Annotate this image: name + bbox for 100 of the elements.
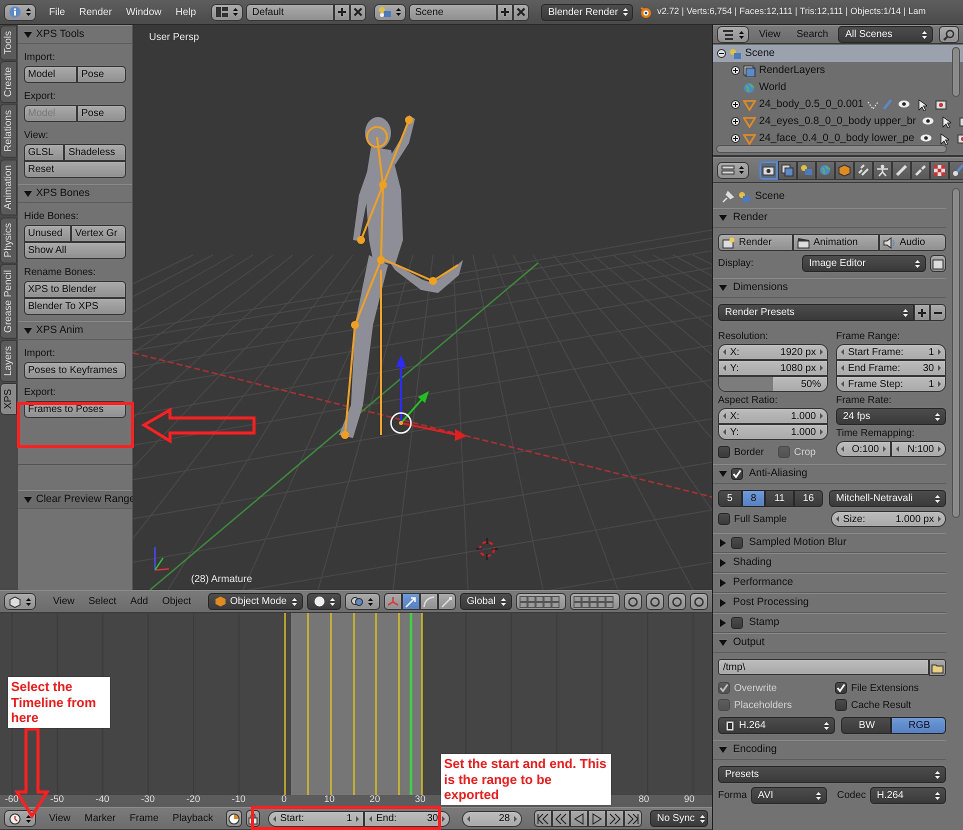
mode-dropdown[interactable]: Object Mode (208, 593, 303, 610)
tool-button[interactable]: Model (24, 66, 78, 83)
playback-button[interactable] (588, 810, 606, 827)
number-field[interactable]: Y: 1080 px (718, 360, 828, 376)
end-frame-field[interactable]: End: 30 (364, 810, 450, 826)
output-path-field[interactable]: /tmp\ (718, 659, 929, 675)
panel-header[interactable]: Anti-Aliasing (713, 464, 946, 484)
checkbox[interactable] (835, 699, 847, 711)
panel-tab[interactable]: Relations (0, 104, 17, 158)
render-action-button[interactable]: Animation (792, 234, 879, 251)
tool-button[interactable]: Blender To XPS (24, 298, 126, 315)
number-field[interactable]: O:100 (836, 441, 891, 457)
sample-button[interactable]: 5 (718, 490, 742, 507)
menu-item[interactable]: Marker (78, 810, 123, 826)
search-button[interactable] (939, 26, 959, 43)
menu-item[interactable]: Object (155, 594, 198, 610)
menu-item[interactable]: Add (123, 594, 156, 610)
sample-button[interactable]: 16 (794, 490, 824, 507)
checkbox[interactable] (835, 682, 847, 694)
sync-dropdown[interactable]: No Sync (650, 810, 708, 827)
presets-dropdown[interactable]: Render Presets (718, 304, 914, 321)
checkbox[interactable] (731, 617, 743, 629)
number-field[interactable]: X: 1.000 (718, 408, 828, 424)
close-button[interactable] (513, 4, 530, 20)
editor-type-button[interactable] (4, 593, 36, 610)
menu-item[interactable]: View (753, 26, 786, 42)
panel-header[interactable]: XPS Anim (18, 321, 132, 340)
add-button[interactable] (334, 4, 350, 20)
panel-header[interactable]: XPS Bones (18, 184, 132, 203)
screen-selector-button[interactable] (211, 4, 244, 20)
folder-button[interactable] (929, 659, 946, 676)
number-field[interactable]: X: 1920 px (718, 344, 828, 360)
outliner-row[interactable]: 24_eyes_0.8_0_0_body upper_br (713, 113, 963, 130)
context-tab[interactable] (930, 160, 949, 180)
playback-button[interactable] (624, 810, 642, 827)
number-field[interactable]: Size: 1.000 px (831, 511, 946, 527)
shading-dropdown[interactable] (306, 593, 341, 610)
tool-button[interactable]: Shadeless (64, 144, 126, 161)
close-button[interactable] (350, 4, 366, 20)
sample-button[interactable]: 11 (765, 490, 794, 507)
color-mode-button[interactable]: BW (841, 717, 891, 734)
menu-item[interactable]: Help (168, 4, 204, 20)
panel-header[interactable]: Render (713, 208, 946, 228)
editor-type-button[interactable] (717, 162, 749, 178)
filter-dropdown[interactable]: All Scenes (838, 26, 933, 43)
number-field[interactable]: Start Frame: 1 (836, 344, 946, 360)
outliner-row[interactable]: RenderLayers (713, 62, 963, 79)
manipulator-button[interactable] (438, 593, 456, 610)
tool-button[interactable]: Poses to Keyframes (24, 362, 126, 379)
current-frame-field[interactable]: 28 (462, 810, 522, 826)
panel-header[interactable]: Dimensions (713, 278, 946, 298)
panel-tab[interactable]: Grease Pencil (0, 264, 17, 339)
render-action-button[interactable]: Audio (878, 234, 946, 251)
menu-item[interactable]: Playback (166, 810, 220, 826)
display-dropdown[interactable]: Image Editor (802, 255, 926, 272)
render-action-button[interactable]: Render (718, 234, 793, 251)
checkbox[interactable] (731, 468, 743, 480)
screen-selector-button[interactable] (374, 4, 406, 20)
percentage-slider[interactable]: 50% (718, 376, 828, 392)
start-frame-field[interactable]: Start: 1 (268, 810, 364, 826)
panel-tab[interactable]: Layers (0, 340, 17, 382)
manipulator-button[interactable] (402, 593, 420, 610)
add-button[interactable] (497, 4, 514, 20)
editor-type-button[interactable] (4, 810, 36, 827)
panel-tab[interactable]: Create (0, 61, 17, 104)
render-engine-dropdown[interactable]: Blender Render (541, 4, 634, 20)
container-dropdown[interactable]: AVI (750, 787, 827, 804)
color-mode-button[interactable]: RGB (890, 717, 946, 734)
record-button[interactable] (226, 810, 242, 827)
playback-button[interactable] (534, 810, 552, 827)
editor-type-button[interactable] (4, 4, 36, 20)
checkbox[interactable] (718, 513, 730, 525)
outliner-row[interactable]: 24_body_0.5_0_0.001 (713, 96, 963, 113)
image-button[interactable] (930, 255, 946, 272)
header-button[interactable] (624, 593, 642, 610)
menu-item[interactable]: Search (790, 26, 834, 42)
header-button[interactable] (690, 593, 708, 610)
outliner-row[interactable]: Scene (713, 45, 963, 62)
checkbox[interactable] (731, 537, 743, 549)
layer-buttons[interactable] (516, 593, 566, 610)
frame-rate-dropdown[interactable]: 24 fps (836, 408, 946, 425)
orientation-dropdown[interactable]: Global (460, 593, 512, 610)
tool-button[interactable]: Pose (77, 105, 126, 122)
tool-button[interactable]: Reset (24, 161, 126, 178)
context-tab[interactable] (778, 160, 797, 180)
outliner-row[interactable]: World (713, 79, 963, 96)
menu-item[interactable]: Window (118, 4, 169, 20)
add-button[interactable] (914, 304, 930, 321)
context-tab[interactable] (911, 160, 930, 180)
tool-button[interactable]: Unused (24, 225, 72, 242)
number-field[interactable]: N:100 (891, 441, 946, 457)
context-tab[interactable] (854, 160, 873, 180)
menu-item[interactable]: Render (72, 4, 119, 20)
manipulator-button[interactable] (420, 593, 438, 610)
number-field[interactable]: Frame Step: 1 (836, 376, 946, 392)
panel-tab[interactable]: Physics (0, 216, 17, 263)
panel-header[interactable]: Output (713, 633, 946, 653)
checkbox[interactable] (718, 446, 730, 458)
panel-header[interactable]: Encoding (713, 740, 946, 760)
presets-dropdown[interactable]: Presets (718, 766, 946, 783)
